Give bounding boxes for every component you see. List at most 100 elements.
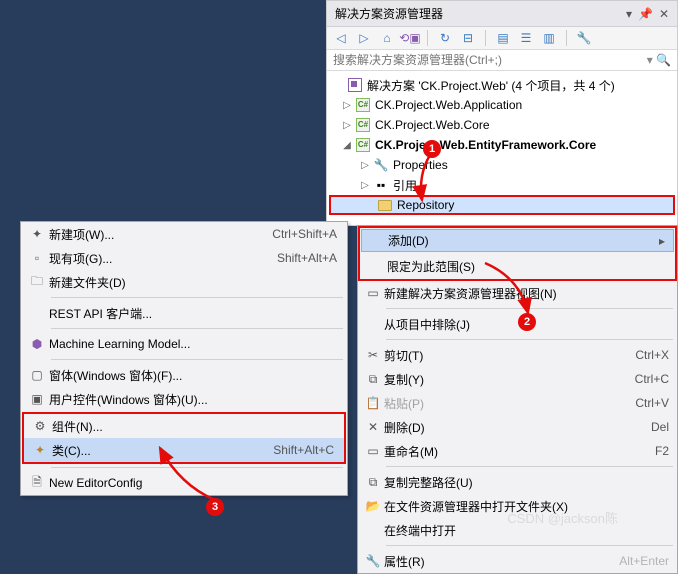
solution-icon bbox=[348, 78, 362, 92]
preview-icon[interactable]: ▥ bbox=[541, 30, 557, 46]
menu-new-item[interactable]: ✦新建项(W)...Ctrl+Shift+A bbox=[21, 222, 347, 246]
panel-title-text: 解决方案资源管理器 bbox=[335, 5, 443, 22]
window-icon: ▭ bbox=[362, 286, 384, 300]
repository-folder-node[interactable]: Repository bbox=[329, 195, 675, 215]
project-label: CK.Project.Web.Core bbox=[375, 118, 490, 132]
menu-user-control[interactable]: ▣用户控件(Windows 窗体)(U)... bbox=[21, 387, 347, 411]
menu-properties[interactable]: 🔧属性(R)Alt+Enter bbox=[358, 549, 677, 573]
csharp-project-icon: C# bbox=[356, 138, 370, 152]
menu-cut[interactable]: ✂剪切(T)Ctrl+X bbox=[358, 343, 677, 367]
menu-label: 在终端中打开 bbox=[384, 522, 669, 539]
usercontrol-icon: ▣ bbox=[25, 392, 49, 406]
menu-open-terminal[interactable]: 在终端中打开 bbox=[358, 518, 677, 542]
menu-existing-item[interactable]: ▫现有项(G)...Shift+Alt+A bbox=[21, 246, 347, 270]
menu-open-folder[interactable]: 📂在文件资源管理器中打开文件夹(X) bbox=[358, 494, 677, 518]
search-row: ▾ 🔍 bbox=[327, 50, 677, 71]
shortcut: Del bbox=[643, 420, 669, 434]
csharp-project-icon: C# bbox=[356, 118, 370, 132]
references-icon: ▪▪ bbox=[373, 177, 389, 193]
menu-label: 在文件资源管理器中打开文件夹(X) bbox=[384, 498, 669, 515]
delete-icon: ✕ bbox=[362, 420, 384, 434]
menu-add[interactable]: 添加(D)▸ bbox=[361, 229, 674, 252]
class-icon: ✦ bbox=[28, 443, 52, 457]
project-node[interactable]: ◢C# CK.Project.Web.EntityFramework.Core bbox=[327, 135, 677, 155]
sync-icon[interactable]: ⟲▣ bbox=[402, 30, 418, 46]
menu-label: REST API 客户端... bbox=[49, 305, 337, 322]
annotation-arrow bbox=[480, 258, 550, 328]
menu-windows-form[interactable]: ▢窗体(Windows 窗体)(F)... bbox=[21, 363, 347, 387]
shortcut: F2 bbox=[647, 444, 669, 458]
panel-toolbar: ◁ ▷ ⌂ ⟲▣ ↻ ⊟ ▤ ☰ ▥ 🔧 bbox=[327, 27, 677, 50]
dropdown-icon[interactable]: ▾ bbox=[626, 7, 632, 21]
menu-label: 剪切(T) bbox=[384, 347, 627, 364]
menu-label: 复制(Y) bbox=[384, 371, 627, 388]
references-node[interactable]: ▷▪▪ 引用 bbox=[327, 175, 677, 195]
menu-label: 删除(D) bbox=[384, 419, 643, 436]
copy-icon: ⧉ bbox=[362, 372, 384, 387]
shortcut: Shift+Alt+C bbox=[273, 443, 334, 457]
copy-icon: ⧉ bbox=[362, 475, 384, 490]
menu-label: 用户控件(Windows 窗体)(U)... bbox=[49, 391, 337, 408]
search-dropdown-icon[interactable]: ▾ 🔍 bbox=[647, 53, 671, 67]
new-item-icon: ✦ bbox=[25, 227, 49, 241]
menu-label: 添加(D) bbox=[388, 232, 651, 249]
menu-new-folder[interactable]: 🗀新建文件夹(D) bbox=[21, 270, 347, 294]
collapse-icon[interactable]: ⊟ bbox=[460, 30, 476, 46]
solution-node[interactable]: 解决方案 'CK.Project.Web' (4 个项目，共 4 个) bbox=[327, 75, 677, 95]
project-node[interactable]: ▷C# CK.Project.Web.Application bbox=[327, 95, 677, 115]
menu-component[interactable]: ⚙组件(N)... bbox=[24, 414, 344, 438]
project-tree: 解决方案 'CK.Project.Web' (4 个项目，共 4 个) ▷C# … bbox=[327, 71, 677, 225]
menu-label: Machine Learning Model... bbox=[49, 337, 337, 351]
rename-icon: ▭ bbox=[362, 444, 384, 458]
menu-label: 新建项(W)... bbox=[49, 226, 272, 243]
paste-icon: 📋 bbox=[362, 396, 384, 410]
showall-icon[interactable]: ▤ bbox=[495, 30, 511, 46]
forward-icon[interactable]: ▷ bbox=[356, 30, 372, 46]
menu-paste: 📋粘贴(P)Ctrl+V bbox=[358, 391, 677, 415]
menu-label: 复制完整路径(U) bbox=[384, 474, 669, 491]
search-input[interactable] bbox=[333, 53, 647, 67]
pin-icon[interactable]: 📌 bbox=[638, 7, 653, 21]
shortcut: Shift+Alt+A bbox=[277, 251, 337, 265]
new-folder-icon: 🗀 bbox=[25, 272, 49, 293]
wrench-icon[interactable]: 🔧 bbox=[576, 30, 592, 46]
menu-label: 重命名(M) bbox=[384, 443, 647, 460]
submenu-arrow-icon: ▸ bbox=[651, 234, 665, 248]
menu-label: 新建文件夹(D) bbox=[49, 274, 337, 291]
folder-icon bbox=[378, 200, 392, 211]
menu-label: 组件(N)... bbox=[52, 418, 334, 435]
solution-explorer-panel: 解决方案资源管理器 ▾ 📌 ✕ ◁ ▷ ⌂ ⟲▣ ↻ ⊟ ▤ ☰ ▥ 🔧 ▾ 🔍… bbox=[326, 0, 678, 226]
existing-item-icon: ▫ bbox=[25, 251, 49, 265]
properties-node[interactable]: ▷🔧 Properties bbox=[327, 155, 677, 175]
menu-copy-path[interactable]: ⧉复制完整路径(U) bbox=[358, 470, 677, 494]
menu-label: 现有项(G)... bbox=[49, 250, 277, 267]
menu-delete[interactable]: ✕删除(D)Del bbox=[358, 415, 677, 439]
annotation-badge-2: 2 bbox=[518, 313, 536, 331]
close-icon[interactable]: ✕ bbox=[659, 7, 669, 21]
properties-icon[interactable]: ☰ bbox=[518, 30, 534, 46]
project-label: CK.Project.Web.Application bbox=[375, 98, 522, 112]
annotation-badge-3: 3 bbox=[206, 498, 224, 516]
folder-open-icon: 📂 bbox=[362, 499, 384, 513]
shortcut: Ctrl+V bbox=[627, 396, 669, 410]
project-node[interactable]: ▷C# CK.Project.Web.Core bbox=[327, 115, 677, 135]
shortcut: Ctrl+C bbox=[627, 372, 669, 386]
panel-titlebar: 解决方案资源管理器 ▾ 📌 ✕ bbox=[327, 1, 677, 27]
ml-icon: ⬢ bbox=[25, 337, 49, 351]
home-icon[interactable]: ⌂ bbox=[379, 30, 395, 46]
annotation-badge-1: 1 bbox=[423, 140, 441, 158]
menu-copy[interactable]: ⧉复制(Y)Ctrl+C bbox=[358, 367, 677, 391]
wrench-icon: 🔧 bbox=[373, 157, 389, 173]
shortcut: Ctrl+X bbox=[627, 348, 669, 362]
menu-rename[interactable]: ▭重命名(M)F2 bbox=[358, 439, 677, 463]
menu-label: 粘贴(P) bbox=[384, 395, 627, 412]
csharp-project-icon: C# bbox=[356, 98, 370, 112]
refresh-icon[interactable]: ↻ bbox=[437, 30, 453, 46]
project-label: CK.Project.Web.EntityFramework.Core bbox=[375, 138, 596, 152]
menu-rest-api[interactable]: REST API 客户端... bbox=[21, 301, 347, 325]
file-icon: 🗎 bbox=[25, 473, 49, 494]
menu-ml-model[interactable]: ⬢Machine Learning Model... bbox=[21, 332, 347, 356]
component-icon: ⚙ bbox=[28, 419, 52, 433]
menu-label: 属性(R) bbox=[384, 553, 611, 570]
back-icon[interactable]: ◁ bbox=[333, 30, 349, 46]
